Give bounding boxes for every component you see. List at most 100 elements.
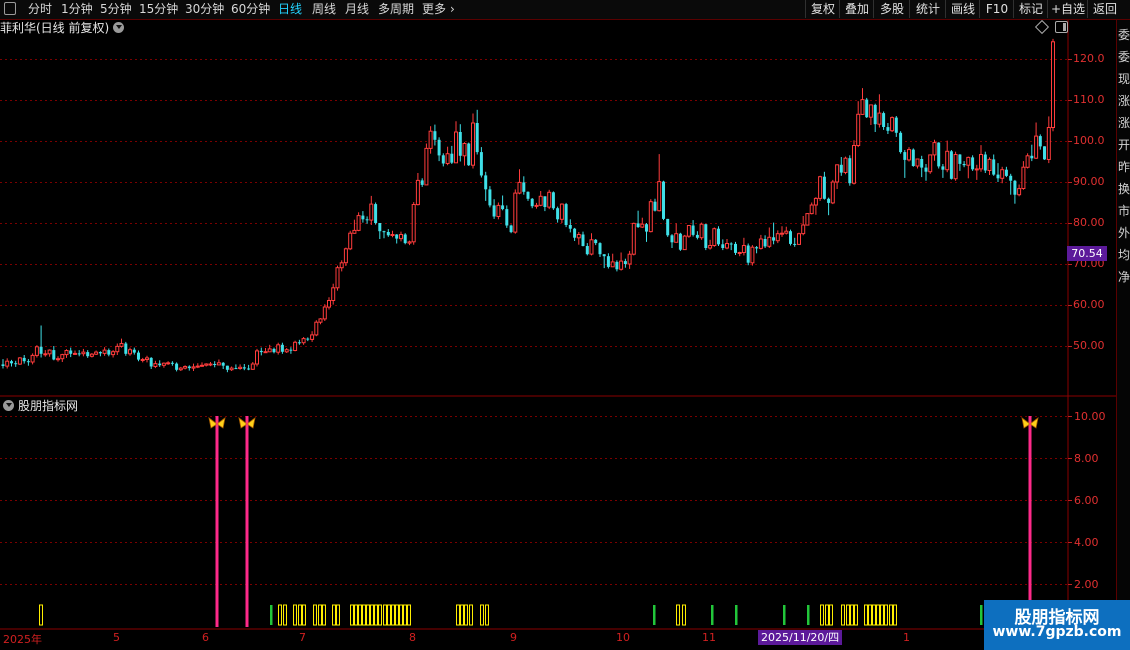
candle (619, 252, 624, 271)
candle-body (941, 166, 945, 170)
candle-body (564, 204, 568, 225)
candle-body (627, 253, 632, 265)
candle (369, 195, 374, 225)
candle-body (161, 362, 166, 366)
candle (682, 234, 687, 251)
candle-body (60, 354, 65, 360)
candle-body (276, 344, 281, 353)
candle (137, 350, 140, 362)
yellow-signal-bar (876, 604, 880, 626)
candle-body (662, 181, 665, 219)
candle-body (322, 306, 327, 320)
candle-body (695, 234, 699, 238)
candle-body (467, 143, 471, 166)
candle (339, 260, 344, 272)
candle-body (551, 192, 555, 209)
candle (450, 145, 454, 164)
yellow-signal-bar (322, 604, 326, 626)
candle (289, 347, 293, 354)
candle (657, 154, 662, 212)
candle-body (124, 343, 128, 354)
candle-body (538, 195, 543, 206)
candle-body (509, 225, 513, 233)
candle (992, 154, 996, 176)
candle-body (191, 366, 196, 369)
candle (471, 113, 475, 169)
yellow-signal-bar (480, 604, 484, 626)
candle (987, 157, 992, 175)
candle-body (873, 104, 877, 125)
candle-body (382, 231, 386, 233)
candle (73, 350, 77, 355)
candle (1, 359, 5, 369)
candle (920, 155, 924, 178)
candle-body (166, 362, 171, 365)
candle (352, 219, 357, 234)
candle (98, 351, 102, 357)
yellow-signal-bar (868, 604, 872, 626)
candle-body (293, 341, 298, 351)
candle-body (64, 350, 69, 356)
candle-body (945, 150, 950, 171)
price-tick: 50.00 (1073, 339, 1105, 352)
yellow-signal-bar (825, 604, 829, 626)
candle-body (547, 191, 552, 208)
candle (556, 206, 560, 223)
candle (229, 366, 234, 371)
candle (488, 186, 492, 208)
candle (386, 229, 390, 237)
price-tick: 100.0 (1073, 134, 1105, 147)
candle-body (183, 366, 188, 369)
candle (208, 362, 213, 367)
candle-body (415, 179, 420, 206)
chevron-down-icon[interactable] (113, 22, 125, 33)
candle (107, 348, 111, 357)
yellow-signal-bar (395, 604, 399, 626)
candle (415, 173, 420, 206)
candle-body (763, 239, 767, 247)
yellow-signal-bar (460, 604, 464, 626)
candle-body (877, 112, 882, 125)
candle-body (22, 357, 26, 362)
candle (615, 260, 619, 272)
kline-chart[interactable] (0, 0, 1130, 650)
candle-body (86, 352, 90, 357)
candle-body (717, 228, 720, 245)
candle (573, 227, 577, 241)
candle (428, 126, 433, 154)
candle-body (343, 248, 348, 264)
candle-body (475, 123, 479, 153)
panel-toggle-icon[interactable] (1055, 21, 1068, 33)
candle (585, 243, 589, 256)
candle-body (1051, 41, 1055, 128)
candle-body (721, 244, 725, 248)
yellow-signal-bar (864, 604, 868, 626)
candle (14, 360, 18, 367)
candle-body (958, 154, 962, 164)
candle-body (386, 232, 390, 236)
watermark-url: www.7gpzb.com (992, 624, 1122, 640)
candle (505, 205, 509, 228)
candle-body (145, 357, 149, 360)
candle (187, 365, 191, 371)
candle-body (10, 361, 13, 364)
candle (39, 325, 43, 358)
quote-side-panel[interactable]: 委 委 现 涨 涨 开 昨 换 市 外 均 净 (1116, 20, 1130, 630)
candle-body (488, 189, 492, 206)
candle-body (737, 252, 742, 254)
candle-body (974, 168, 979, 171)
chevron-down-icon[interactable] (3, 400, 14, 411)
candle-body (827, 198, 831, 203)
current-price-tag: 70.54 (1067, 246, 1107, 261)
candle-body (746, 245, 750, 263)
candle-body (915, 158, 920, 167)
candle (1004, 166, 1008, 178)
stock-title: 菲利华(日线 前复权) (0, 21, 110, 35)
candle-body (691, 225, 695, 235)
candle-body (983, 154, 987, 171)
quote-label: 市 (1118, 204, 1130, 218)
candle (958, 154, 962, 171)
candle-body (369, 203, 374, 221)
candle-body (77, 353, 81, 355)
candle (501, 195, 505, 211)
